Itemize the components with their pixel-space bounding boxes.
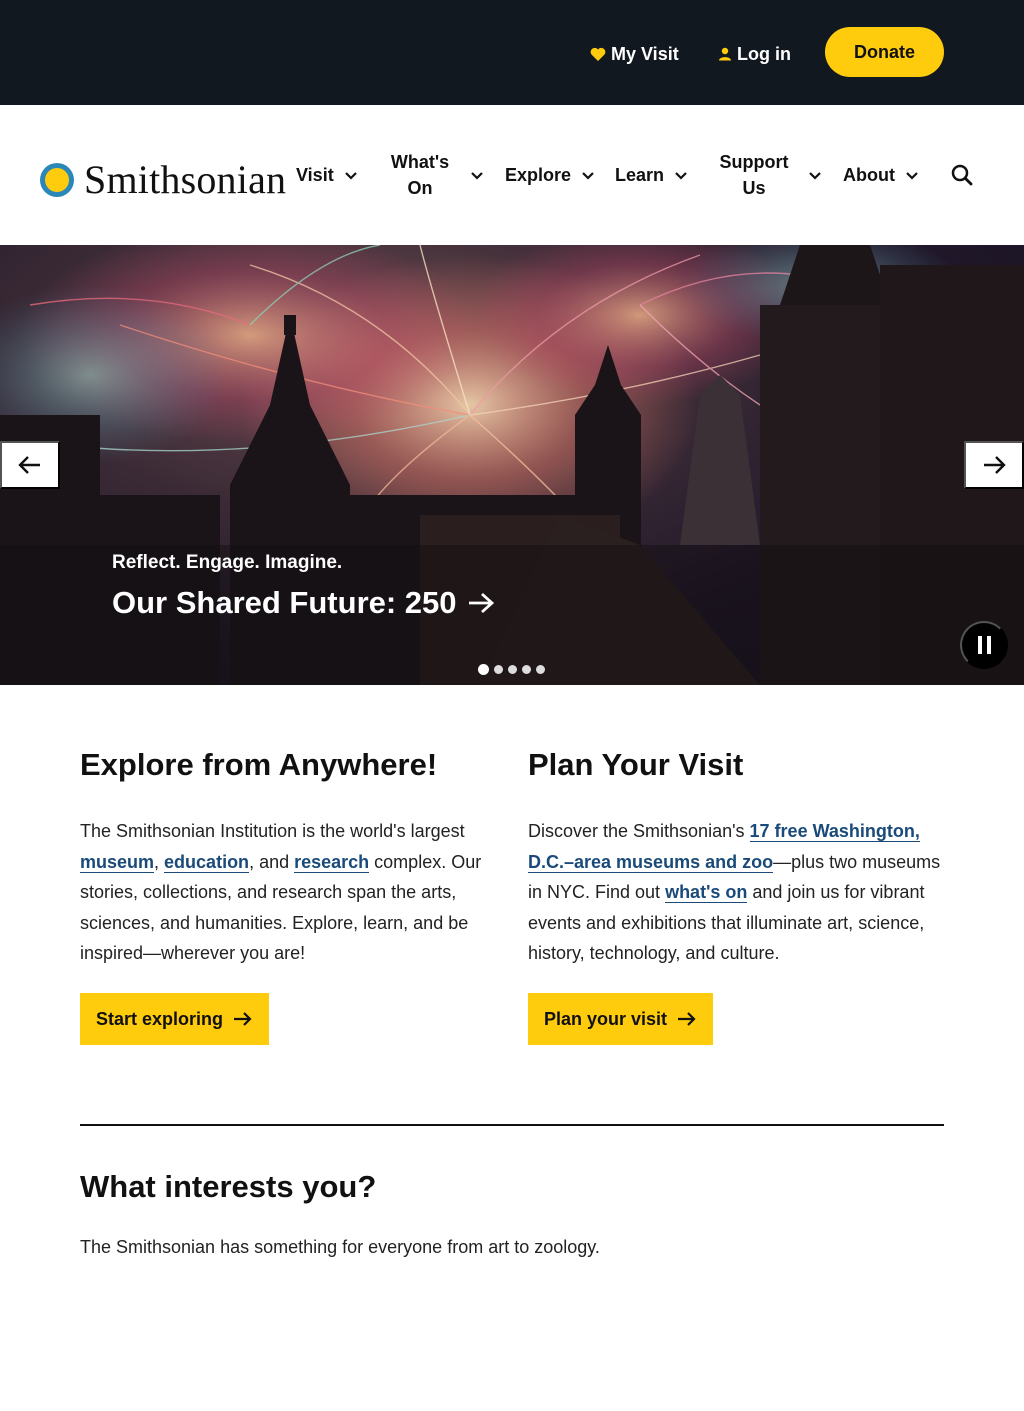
start-exploring-label: Start exploring <box>96 1008 224 1029</box>
hero-title: Our Shared Future: 250 <box>112 585 457 620</box>
carousel-dot[interactable] <box>522 665 531 674</box>
user-icon <box>719 47 731 61</box>
carousel-dot[interactable] <box>494 665 503 674</box>
plan-your-visit-button[interactable]: Plan your visit <box>528 993 714 1045</box>
chevron-down-icon <box>675 172 687 180</box>
chevron-down-icon <box>344 172 357 180</box>
plan-title: Plan Your Visit <box>528 747 744 782</box>
explore-text-part: The Smithsonian Institution is the world… <box>80 821 465 841</box>
nav-support-label-1: Support <box>719 152 789 172</box>
donate-button[interactable]: Donate <box>825 27 944 77</box>
pause-icon <box>977 636 982 654</box>
section-divider <box>80 1124 944 1126</box>
explore-section: Explore from Anywhere! The Smithsonian I… <box>80 742 500 969</box>
chevron-down-icon <box>471 172 483 180</box>
arrow-right-icon <box>234 1012 252 1026</box>
hero-carousel: Reflect. Engage. Imagine. Our Shared Fut… <box>0 245 1024 685</box>
sun-logo-icon <box>40 162 74 197</box>
smithsonian-logo[interactable]: Smithsonian <box>40 156 286 203</box>
hero-kicker: Reflect. Engage. Imagine. <box>112 552 343 573</box>
museum-link[interactable]: museum <box>80 851 155 873</box>
nav-whats-on-label-1: What's <box>390 152 450 172</box>
explore-text-part: , and <box>249 851 295 872</box>
explore-text: The Smithsonian Institution is the world… <box>80 816 500 969</box>
nav-support-label-2: Us <box>742 178 766 198</box>
nav-whats-on-label-2: On <box>407 178 433 198</box>
carousel-pause-button[interactable] <box>960 621 1008 669</box>
nav-about[interactable]: About <box>843 162 919 188</box>
carousel-dots <box>478 664 545 675</box>
heart-icon <box>590 47 606 61</box>
plan-text: Discover the Smithsonian's 17 free Washi… <box>528 816 948 969</box>
arrow-left-icon <box>18 456 40 474</box>
hero-title-link[interactable]: Our Shared Future: 250 <box>112 585 495 621</box>
plan-visit-section: Plan Your Visit Discover the Smithsonian… <box>528 742 948 969</box>
my-visit-label: My Visit <box>611 43 679 64</box>
nav-support-us[interactable]: Support Us <box>716 149 822 201</box>
utility-bar: My Visit Log in Donate <box>0 0 1024 105</box>
plan-text-part: Discover the Smithsonian's <box>528 821 750 841</box>
my-visit-link[interactable]: My Visit <box>590 40 679 68</box>
start-exploring-button[interactable]: Start exploring <box>80 993 270 1045</box>
carousel-dot[interactable] <box>536 665 545 674</box>
nav-learn-label: Learn <box>615 165 665 185</box>
interests-text: The Smithsonian has something for everyo… <box>80 1237 600 1257</box>
chevron-down-icon <box>906 172 918 180</box>
education-link[interactable]: education <box>164 851 250 873</box>
nav-learn[interactable]: Learn <box>615 162 688 188</box>
carousel-next-button[interactable] <box>964 441 1024 489</box>
nav-whats-on[interactable]: What's On <box>388 149 484 201</box>
log-in-link[interactable]: Log in <box>718 40 791 68</box>
chevron-down-icon <box>582 172 594 180</box>
nav-explore-label: Explore <box>505 165 572 185</box>
chevron-down-icon <box>809 172 821 180</box>
logo-text: Smithsonian <box>84 157 287 202</box>
main-header: Smithsonian Visit What's On Explore Lear… <box>0 105 1024 245</box>
nav-explore[interactable]: Explore <box>505 162 595 188</box>
carousel-dot[interactable] <box>478 664 489 675</box>
explore-title: Explore from Anywhere! <box>80 747 438 782</box>
nav-visit[interactable]: Visit <box>296 162 358 188</box>
plan-your-visit-label: Plan your visit <box>544 1008 668 1029</box>
nav-visit-label: Visit <box>296 165 334 185</box>
explore-text-part: , <box>154 851 165 872</box>
nav-about-label: About <box>843 165 895 185</box>
whats-on-link[interactable]: what's on <box>665 882 748 903</box>
arrow-right-icon <box>678 1012 696 1026</box>
carousel-dot[interactable] <box>508 665 517 674</box>
interests-title: What interests you? <box>80 1169 377 1204</box>
search-icon[interactable] <box>950 163 974 187</box>
log-in-label: Log in <box>737 43 791 64</box>
carousel-prev-button[interactable] <box>0 441 60 489</box>
arrow-right-icon <box>984 456 1006 474</box>
research-link[interactable]: research <box>294 851 370 873</box>
arrow-right-icon <box>468 592 494 614</box>
pause-icon <box>986 636 991 654</box>
